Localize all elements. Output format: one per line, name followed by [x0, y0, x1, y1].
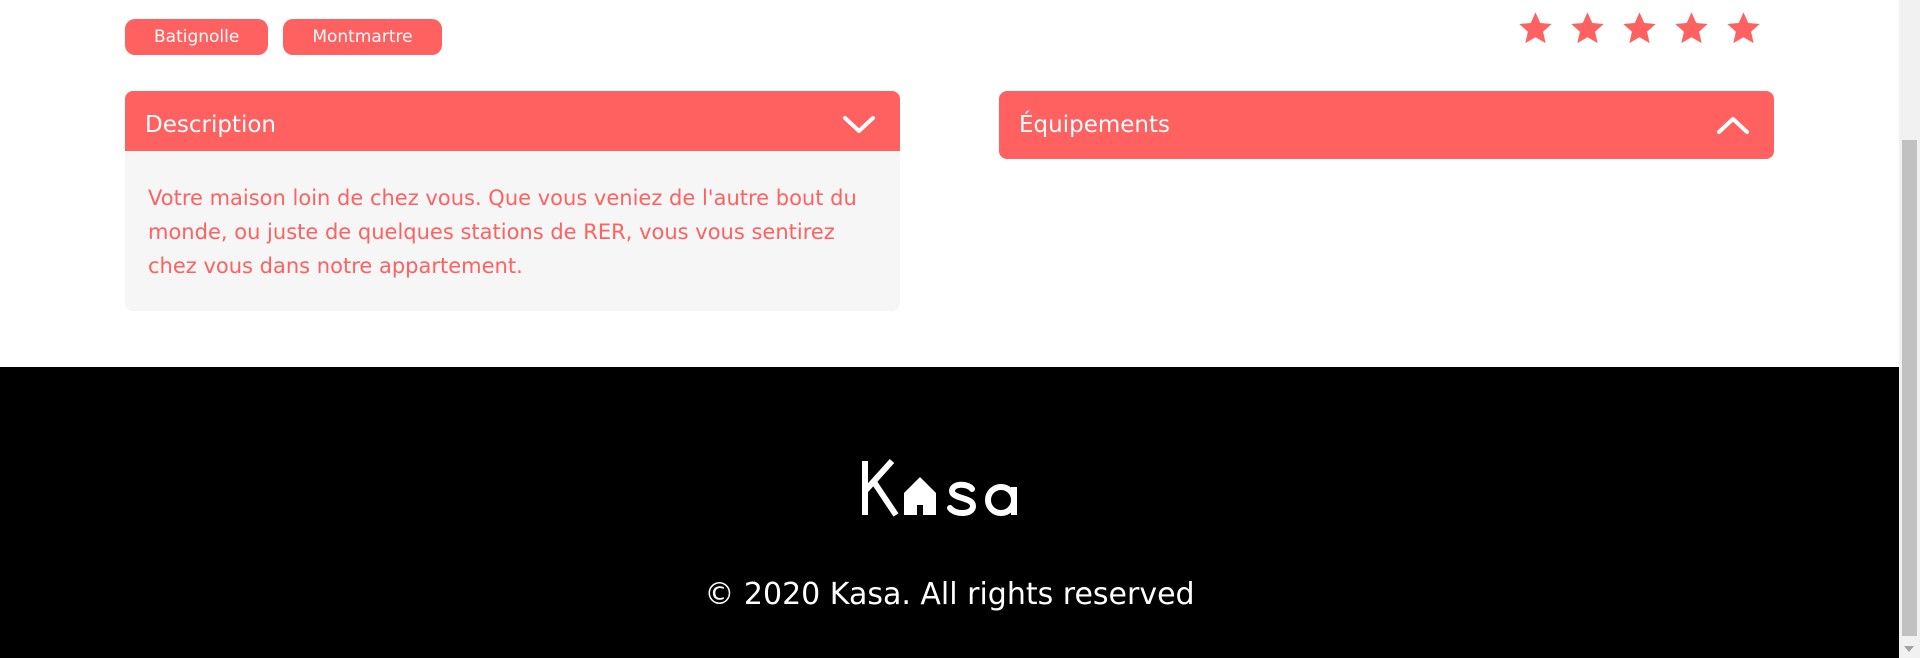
page: Batignolle Montmartre Description Votre …: [0, 0, 1920, 658]
rating-stars: [1517, 10, 1762, 47]
star-icon: [1727, 12, 1760, 44]
kasa-logo: [862, 458, 1017, 517]
star-icon: [1675, 12, 1708, 44]
collapse-equipements-title: Équipements: [1019, 112, 1170, 138]
collapse-description-body: Votre maison loin de chez vous. Que vous…: [125, 151, 900, 311]
collapse-equipements-header[interactable]: Équipements: [999, 91, 1774, 159]
collapse-description-title: Description: [145, 112, 276, 138]
star-icon: [1623, 12, 1656, 44]
copyright-text: © 2020 Kasa. All rights reserved: [704, 577, 1195, 612]
footer: © 2020 Kasa. All rights reserved: [0, 367, 1899, 658]
star-icon: [1571, 12, 1604, 44]
chevron-down-icon[interactable]: [842, 114, 876, 136]
scrollbar-thumb[interactable]: [1902, 140, 1917, 636]
collapse-description-header[interactable]: Description: [125, 91, 900, 159]
tag-list: Batignolle Montmartre: [125, 19, 442, 55]
tag-batignolle[interactable]: Batignolle: [125, 19, 269, 55]
chevron-up-icon[interactable]: [1716, 114, 1750, 136]
vertical-scrollbar[interactable]: [1899, 0, 1920, 658]
collapse-description: Description Votre maison loin de chez vo…: [125, 91, 900, 311]
main-content: Batignolle Montmartre Description Votre …: [0, 0, 1899, 367]
scroll-down-arrow-icon[interactable]: [1904, 646, 1914, 652]
star-icon: [1519, 12, 1552, 44]
collapse-equipements: Équipements: [999, 91, 1774, 159]
tag-montmartre[interactable]: Montmartre: [283, 19, 442, 55]
